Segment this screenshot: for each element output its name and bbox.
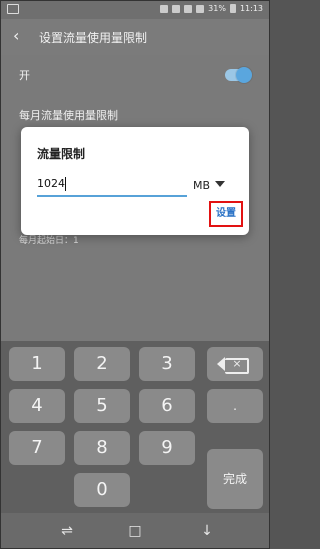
nfc-icon xyxy=(160,4,169,13)
key-1[interactable]: 1 xyxy=(9,347,65,381)
dropdown-arrow-icon[interactable] xyxy=(215,181,225,187)
key-9[interactable]: 9 xyxy=(139,431,195,465)
page-title: 设置流量使用量限制 xyxy=(39,31,148,45)
unit-select[interactable]: MB xyxy=(193,179,210,192)
dialog-title: 流量限制 xyxy=(37,147,86,161)
monthly-limit-label: 每月流量使用量限制 xyxy=(19,109,118,122)
mute-icon xyxy=(172,4,181,13)
key-0[interactable]: 0 xyxy=(74,473,130,507)
key-dot[interactable]: . xyxy=(207,389,263,423)
recent-apps-icon[interactable]: ⇌ xyxy=(57,521,77,541)
data-limit-dialog: 流量限制 1024 MB 设置 xyxy=(21,127,249,235)
battery-icon xyxy=(229,4,236,13)
back-icon[interactable]: ‹ xyxy=(13,26,33,46)
text-cursor xyxy=(65,177,66,191)
numeric-keyboard: 1 2 3 × 4 5 6 . 7 8 9 0 完成 xyxy=(1,341,269,513)
done-key[interactable]: 完成 xyxy=(207,449,263,509)
signal-icon xyxy=(196,4,205,13)
screenshot-icon xyxy=(7,4,19,14)
toggle-row[interactable]: 开 xyxy=(1,55,269,95)
phone-frame: 31% 11:13 ‹ 设置流量使用量限制 开 每月流量使用量限制 每月起始日：… xyxy=(0,0,270,549)
backspace-icon xyxy=(217,357,225,371)
status-icons: 31% 11:13 xyxy=(160,4,263,13)
key-8[interactable]: 8 xyxy=(74,431,130,465)
backspace-key[interactable]: × xyxy=(207,347,263,381)
set-button[interactable]: 设置 xyxy=(209,201,243,227)
on-label: 开 xyxy=(19,69,30,82)
system-nav-bar: ⇌ □ ↓ xyxy=(1,513,269,548)
key-7[interactable]: 7 xyxy=(9,431,65,465)
close-icon: × xyxy=(232,357,242,370)
back-nav-icon[interactable]: ↓ xyxy=(197,521,217,541)
toggle-knob xyxy=(236,67,252,83)
key-4[interactable]: 4 xyxy=(9,389,65,423)
key-5[interactable]: 5 xyxy=(74,389,130,423)
battery-percent: 31% xyxy=(208,4,226,13)
home-icon[interactable]: □ xyxy=(125,521,145,541)
key-6[interactable]: 6 xyxy=(139,389,195,423)
key-3[interactable]: 3 xyxy=(139,347,195,381)
limit-input[interactable]: 1024 xyxy=(37,173,187,197)
status-bar: 31% 11:13 xyxy=(1,1,269,19)
key-2[interactable]: 2 xyxy=(74,347,130,381)
limit-input-value: 1024 xyxy=(37,177,65,190)
clock: 11:13 xyxy=(239,4,263,13)
wifi-icon xyxy=(184,4,193,13)
limit-toggle[interactable] xyxy=(225,67,252,83)
app-bar: ‹ 设置流量使用量限制 xyxy=(1,19,269,55)
